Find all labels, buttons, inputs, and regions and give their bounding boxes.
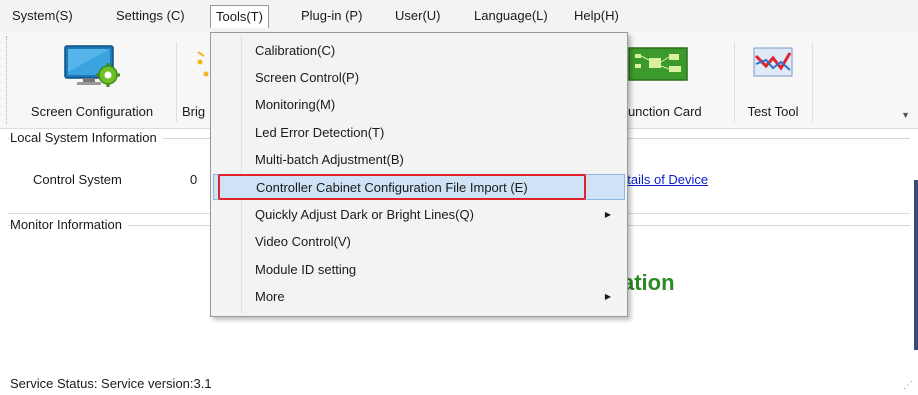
- menu-bar: System(S) Settings (C) Tools(T) Plug-in …: [0, 0, 918, 33]
- menu-item-multi-batch-adjustment[interactable]: Multi-batch Adjustment(B): [213, 147, 625, 173]
- menu-item-label: Module ID setting: [255, 262, 357, 277]
- menu-item-more[interactable]: More ▶: [213, 284, 625, 310]
- menu-item-screen-control[interactable]: Screen Control(P): [213, 65, 625, 91]
- toolbar-overflow-icon[interactable]: ▼: [901, 110, 910, 120]
- resize-grip-icon[interactable]: ⋰: [903, 380, 913, 391]
- service-status-text: Service Status: Service version:3.1: [10, 376, 212, 391]
- menu-item-label: Video Control(V): [255, 234, 351, 249]
- multifunction-card-button[interactable]: -function Card: [614, 32, 732, 126]
- device-details-link[interactable]: etails of Device: [620, 172, 708, 187]
- menu-item-label: More: [255, 289, 285, 304]
- menu-item-label: Monitoring(M): [255, 97, 336, 112]
- control-system-value: 0: [190, 172, 198, 187]
- local-info-title: Local System Information: [10, 130, 163, 145]
- submenu-arrow-icon: ▶: [604, 210, 611, 219]
- submenu-arrow-icon: ▶: [604, 292, 611, 301]
- menu-language[interactable]: Language(L): [469, 6, 553, 26]
- menu-item-calibration[interactable]: Calibration(C): [213, 38, 625, 64]
- menu-item-label: Calibration(C): [255, 43, 336, 58]
- toolbar-grip[interactable]: [6, 36, 9, 124]
- menu-item-monitoring[interactable]: Monitoring(M): [213, 92, 625, 118]
- monitor-info-title: Monitor Information: [10, 217, 128, 232]
- status-bar: Service Status: Service version:3.1 ⋰: [0, 368, 918, 395]
- test-tool-label: Test Tool: [747, 104, 799, 119]
- menu-user[interactable]: User(U): [390, 6, 446, 26]
- menu-settings[interactable]: Settings (C): [111, 6, 190, 26]
- screen-configuration-label: Screen Configuration: [30, 104, 154, 119]
- menu-item-label: Led Error Detection(T): [255, 125, 385, 140]
- window-edge: [914, 180, 918, 350]
- menu-item-led-error-detection[interactable]: Led Error Detection(T): [213, 120, 625, 146]
- control-system-label: Control System: [33, 172, 122, 187]
- monitor-heading: ation: [622, 270, 675, 295]
- menu-plugin[interactable]: Plug-in (P): [296, 6, 367, 26]
- screen-configuration-button[interactable]: Screen Configuration: [12, 32, 172, 126]
- menu-item-adjust-lines[interactable]: Quickly Adjust Dark or Bright Lines(Q) ▶: [213, 202, 625, 228]
- menu-item-label: Screen Control(P): [255, 70, 360, 85]
- toolbar-separator: [176, 42, 177, 122]
- menu-item-label: Multi-batch Adjustment(B): [255, 152, 404, 167]
- menu-system[interactable]: System(S): [7, 6, 78, 26]
- menu-help[interactable]: Help(H): [569, 6, 624, 26]
- toolbar-separator: [812, 42, 813, 122]
- monitor-gear-icon: [63, 44, 121, 93]
- circuit-board-icon: [627, 44, 689, 87]
- menu-item-cabinet-config-import[interactable]: Controller Cabinet Configuration File Im…: [213, 174, 625, 200]
- menu-item-label: Controller Cabinet Configuration File Im…: [256, 180, 528, 195]
- menu-item-label: Quickly Adjust Dark or Bright Lines(Q): [255, 207, 474, 222]
- menu-item-module-id-setting[interactable]: Module ID setting: [213, 257, 625, 283]
- toolbar-separator: [734, 42, 735, 122]
- multifunction-card-label: -function Card: [620, 104, 702, 119]
- brightness-button[interactable]: Brig: [178, 32, 214, 126]
- chart-test-icon: [751, 44, 795, 83]
- menu-item-video-control[interactable]: Video Control(V): [213, 229, 625, 255]
- tools-menu: Calibration(C) Screen Control(P) Monitor…: [210, 32, 628, 317]
- test-tool-button[interactable]: Test Tool: [736, 32, 810, 126]
- menu-tools[interactable]: Tools(T): [210, 5, 269, 28]
